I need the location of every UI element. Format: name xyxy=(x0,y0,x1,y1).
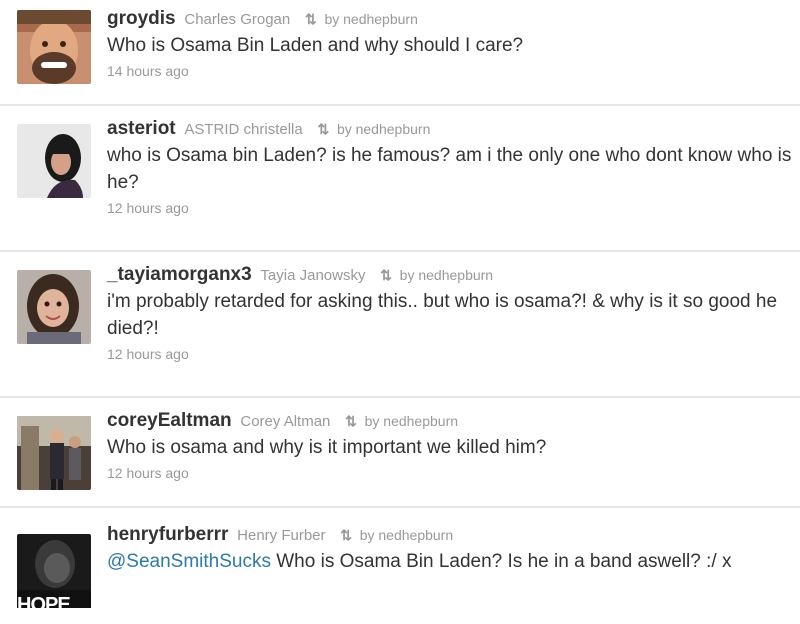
tweet-item[interactable]: asteriot ASTRID christella ⇅ by nedhepbu… xyxy=(0,106,800,252)
tweet-item[interactable]: HOPE henryfurberrr Henry Furber ⇅ by ned… xyxy=(0,508,800,624)
retweet-icon: ⇅ xyxy=(340,527,352,543)
timestamp[interactable]: 12 hours ago xyxy=(107,198,792,218)
screen-name[interactable]: henryfurberrr xyxy=(107,524,228,545)
retweet-icon: ⇅ xyxy=(317,121,329,137)
retweeted-by[interactable]: by nedhepburn xyxy=(360,527,453,543)
avatar-woman-dark-hair-icon xyxy=(17,124,91,198)
tweet-item[interactable]: coreyEaltman Corey Altman ⇅ by nedhepbur… xyxy=(0,398,800,508)
retweeted-by[interactable]: by nedhepburn xyxy=(365,413,458,429)
screen-name[interactable]: _tayiamorganx3 xyxy=(107,264,252,285)
retweeted-by[interactable]: by nedhepburn xyxy=(324,11,417,27)
tweet-timeline: groydis Charles Grogan ⇅ by nedhepburn W… xyxy=(0,0,800,624)
avatar-hope-text: HOPE xyxy=(17,594,71,616)
screen-name[interactable]: asteriot xyxy=(107,118,176,139)
mention-link[interactable]: @SeanSmithSucks xyxy=(107,551,271,572)
timestamp[interactable]: 12 hours ago xyxy=(107,344,792,364)
tweet-text: who is Osama bin Laden? is he famous? am… xyxy=(107,145,792,193)
full-name: ASTRID christella xyxy=(184,121,303,138)
full-name: Tayia Janowsky xyxy=(260,267,366,284)
tweet-text: i'm probably retarded for asking this.. … xyxy=(107,291,778,339)
avatar-group-photo-icon xyxy=(17,416,91,490)
retweet-icon: ⇅ xyxy=(304,11,317,27)
tweet-text: Who is osama and why is it important we … xyxy=(107,437,547,458)
tweet-text: Who is Osama Bin Laden? Is he in a band … xyxy=(270,551,732,572)
timestamp[interactable]: 14 hours ago xyxy=(107,61,792,81)
avatar[interactable] xyxy=(17,270,91,344)
avatar-man-beard-icon xyxy=(17,10,91,84)
avatar[interactable] xyxy=(17,416,91,490)
avatar[interactable] xyxy=(17,10,91,84)
tweet-text-container: @SeanSmithSucks Who is Osama Bin Laden? … xyxy=(107,548,792,575)
avatar[interactable]: HOPE xyxy=(17,534,91,624)
retweeted-by[interactable]: by nedhepburn xyxy=(337,121,430,137)
screen-name[interactable]: groydis xyxy=(107,8,176,29)
avatar-girl-selfie-icon xyxy=(17,270,91,344)
retweet-icon: ⇅ xyxy=(380,267,392,283)
retweet-icon: ⇅ xyxy=(345,413,357,429)
screen-name[interactable]: coreyEaltman xyxy=(107,410,232,431)
retweeted-by[interactable]: by nedhepburn xyxy=(400,267,493,283)
full-name: Corey Altman xyxy=(240,413,331,430)
timestamp[interactable]: 12 hours ago xyxy=(107,463,792,483)
full-name: Henry Furber xyxy=(237,527,326,544)
tweet-item[interactable]: _tayiamorganx3 Tayia Janowsky ⇅ by nedhe… xyxy=(0,252,800,398)
tweet-item[interactable]: groydis Charles Grogan ⇅ by nedhepburn W… xyxy=(0,0,800,106)
avatar[interactable] xyxy=(17,124,91,198)
full-name: Charles Grogan xyxy=(184,11,291,28)
tweet-text: Who is Osama Bin Laden and why should I … xyxy=(107,35,524,56)
